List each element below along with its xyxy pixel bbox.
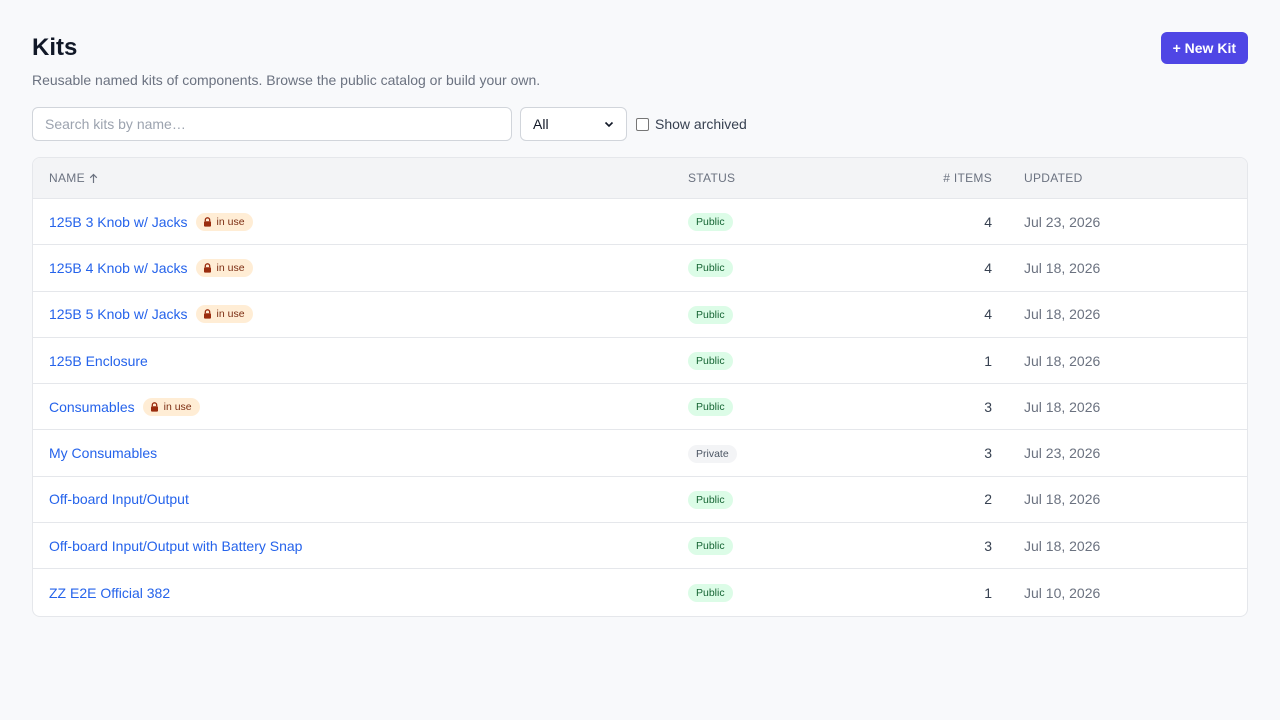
item-count: 1 (984, 352, 992, 369)
status-badge: Private (688, 444, 737, 463)
kit-name-cell: 125B 4 Knob w/ Jacks in use (33, 258, 672, 277)
updated-date: Jul 10, 2026 (1024, 584, 1101, 601)
in-use-label: in use (216, 261, 245, 274)
new-kit-button[interactable]: + New Kit (1160, 32, 1248, 64)
status-cell: Public (672, 583, 872, 603)
in-use-badge: in use (195, 212, 253, 231)
table-row: ZZ E2E Official 382 Public 1 Jul 10, 2026 (33, 569, 1247, 615)
table-row: 125B 3 Knob w/ Jacks in use Public 4 Jul 23,… (33, 199, 1247, 246)
status-badge: Public (688, 584, 733, 603)
status-cell: Public (672, 258, 872, 278)
status-cell: Public (672, 305, 872, 324)
column-header-name-label: NAME (49, 171, 85, 185)
show-archived-checkbox[interactable] (636, 117, 649, 131)
lock-icon (203, 216, 211, 227)
header-text: Kits Reusable named kits of components. … (32, 32, 540, 89)
table-header: NAME STATUS # ITEMS UPDATED (33, 158, 1247, 199)
show-archived-toggle[interactable]: Show archived (636, 116, 747, 132)
updated-date: Jul 18, 2026 (1024, 398, 1101, 415)
status-badge: Public (688, 398, 733, 417)
kit-name-link[interactable]: Off-board Input/Output with Battery Snap (49, 538, 302, 554)
in-use-label: in use (216, 308, 245, 321)
page-header: Kits Reusable named kits of components. … (32, 32, 1248, 89)
kit-name-cell: ZZ E2E Official 382 (33, 585, 672, 601)
status-cell: Public (672, 351, 872, 371)
kit-name-link[interactable]: 125B 5 Knob w/ Jacks (49, 306, 188, 322)
status-cell: Public (672, 490, 872, 509)
updated-date: Jul 23, 2026 (1024, 213, 1101, 230)
kit-name-link[interactable]: Consumables (49, 399, 135, 415)
in-use-badge: in use (195, 258, 253, 277)
kit-name-cell: 125B 5 Knob w/ Jacks in use (33, 305, 672, 324)
table-row: 125B 5 Knob w/ Jacks in use Public 4 Jul 18,… (33, 292, 1247, 338)
lock-icon (150, 402, 158, 412)
in-use-badge: in use (142, 397, 200, 416)
status-badge: Public (688, 305, 733, 324)
visibility-filter-select[interactable]: All (520, 107, 627, 141)
item-count: 4 (984, 306, 992, 323)
item-count: 2 (984, 491, 992, 508)
status-badge: Public (688, 537, 733, 556)
in-use-label: in use (163, 400, 192, 413)
kits-page: Kits Reusable named kits of components. … (0, 0, 1280, 617)
show-archived-label: Show archived (655, 116, 747, 132)
item-count: 4 (984, 259, 992, 276)
lock-icon (203, 309, 211, 319)
kit-name-link[interactable]: 125B 4 Knob w/ Jacks (49, 260, 188, 276)
kits-table: NAME STATUS # ITEMS UPDATED 125B 3 Knob … (32, 157, 1248, 617)
status-badge: Public (688, 213, 733, 232)
updated-date: Jul 18, 2026 (1024, 491, 1101, 508)
kit-name-link[interactable]: ZZ E2E Official 382 (49, 585, 170, 601)
status-badge: Public (688, 352, 733, 371)
kit-name-link[interactable]: Off-board Input/Output (49, 491, 189, 507)
updated-date: Jul 18, 2026 (1024, 352, 1101, 369)
kit-name-link[interactable]: 125B 3 Knob w/ Jacks (49, 214, 188, 230)
updated-date: Jul 18, 2026 (1024, 259, 1101, 276)
item-count: 3 (984, 398, 992, 415)
kit-name-link[interactable]: 125B Enclosure (49, 353, 148, 369)
item-count: 3 (984, 445, 992, 462)
column-header-name[interactable]: NAME (33, 171, 672, 185)
status-badge: Public (688, 259, 733, 278)
chevron-down-icon (604, 121, 614, 128)
status-cell: Private (672, 444, 872, 463)
column-header-status[interactable]: STATUS (672, 171, 872, 185)
updated-date: Jul 18, 2026 (1024, 537, 1101, 554)
table-row: Consumables in use Public 3 Jul 18, 2026 (33, 384, 1247, 431)
status-cell: Public (672, 397, 872, 417)
page-subtitle: Reusable named kits of components. Brows… (32, 72, 541, 88)
kit-name-cell: 125B 3 Knob w/ Jacks in use (33, 212, 672, 231)
status-cell: Public (672, 536, 872, 556)
column-header-updated[interactable]: UPDATED (1008, 171, 1247, 185)
status-badge: Public (688, 490, 733, 509)
lock-icon (203, 263, 211, 273)
status-cell: Public (672, 212, 872, 232)
column-header-items[interactable]: # ITEMS (872, 171, 1008, 185)
kit-name-cell: Off-board Input/Output with Battery Snap (33, 538, 672, 554)
kit-name-cell: Consumables in use (33, 397, 672, 416)
table-row: 125B Enclosure Public 1 Jul 18, 2026 (33, 338, 1247, 385)
table-row: My Consumables Private 3 Jul 23, 2026 (33, 430, 1247, 477)
table-row: 125B 4 Knob w/ Jacks in use Public 4 Jul 18,… (33, 245, 1247, 292)
table-row: Off-board Input/Output Public 2 Jul 18, 202… (33, 477, 1247, 524)
item-count: 4 (984, 213, 992, 230)
arrow-up-icon (89, 173, 98, 183)
item-count: 1 (984, 584, 992, 601)
updated-date: Jul 18, 2026 (1024, 306, 1101, 323)
table-body: 125B 3 Knob w/ Jacks in use Public 4 Jul 23,… (33, 199, 1247, 616)
search-input[interactable] (32, 107, 512, 141)
in-use-label: in use (216, 215, 245, 228)
kit-name-cell: 125B Enclosure (33, 353, 672, 369)
table-row: Off-board Input/Output with Battery Snap… (33, 523, 1247, 570)
kit-name-cell: Off-board Input/Output (33, 491, 672, 507)
in-use-badge: in use (195, 305, 253, 324)
page-title: Kits (32, 34, 78, 61)
kit-name-cell: My Consumables (33, 445, 672, 461)
item-count: 3 (984, 537, 992, 554)
kit-name-link[interactable]: My Consumables (49, 445, 157, 461)
filter-toolbar: All Show archived (32, 107, 1248, 141)
visibility-filter-value: All (533, 116, 549, 132)
updated-date: Jul 23, 2026 (1024, 445, 1101, 462)
